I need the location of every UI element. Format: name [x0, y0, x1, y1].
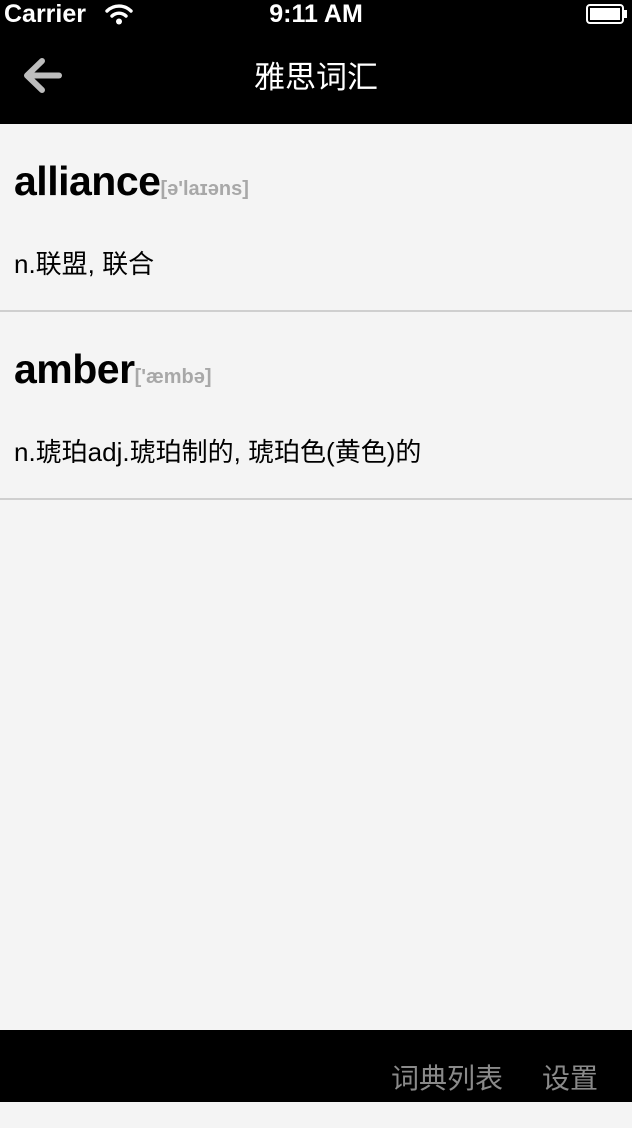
word-list: alliance[ə'laɪəns] n.联盟, 联合 amber['æmbə]… — [0, 124, 632, 500]
word-text: amber — [14, 346, 135, 392]
status-time: 9:11 AM — [269, 0, 363, 28]
tab-bar: 词典列表 设置 — [0, 1030, 632, 1102]
status-bar: Carrier 9:11 AM — [0, 0, 632, 28]
top-bar: Carrier 9:11 AM 雅思词汇 — [0, 0, 632, 124]
word-meaning: n.琥珀adj.琥珀制的, 琥珀色(黄色)的 — [14, 437, 422, 467]
navigation-bar: 雅思词汇 — [0, 30, 632, 124]
battery-icon — [586, 4, 627, 24]
word-text: alliance — [14, 158, 161, 204]
page-title: 雅思词汇 — [254, 60, 378, 95]
word-meaning: n.联盟, 联合 — [14, 249, 155, 279]
word-row[interactable]: amber['æmbə] n.琥珀adj.琥珀制的, 琥珀色(黄色)的 — [0, 312, 632, 500]
word-row[interactable]: alliance[ə'laɪəns] n.联盟, 联合 — [0, 124, 632, 312]
word-phonetic: [ə'laɪəns] — [160, 178, 249, 200]
word-heading: amber['æmbə] — [14, 346, 212, 393]
tab-settings[interactable]: 设置 — [542, 1030, 598, 1102]
word-phonetic: ['æmbə] — [134, 366, 212, 388]
word-heading: alliance[ə'laɪəns] — [14, 158, 249, 205]
tab-dictionary-list[interactable]: 词典列表 — [391, 1030, 503, 1102]
